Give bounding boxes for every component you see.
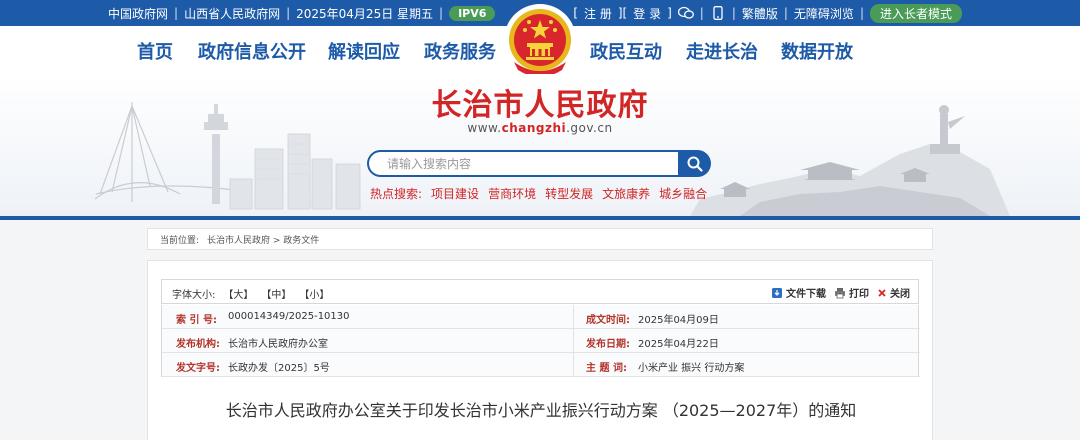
banner-divider: [0, 216, 1080, 220]
login-link[interactable]: 登 录: [633, 5, 661, 22]
font-medium-button[interactable]: 【中】: [261, 286, 291, 301]
publish-date-label: 发布日期:: [586, 339, 630, 350]
download-label: 文件下载: [786, 289, 826, 300]
document-number-label: 发文字号:: [176, 363, 220, 374]
hot-search-item[interactable]: 转型发展: [545, 185, 593, 202]
index-number-value: 000014349/2025-10130: [228, 311, 350, 322]
date-created-value: 2025年04月09日: [638, 315, 719, 326]
hot-search-item[interactable]: 项目建设: [431, 185, 479, 202]
document-title: 长治市人民政府办公室关于印发长治市小米产业振兴行动方案 （2025—2027年）…: [225, 401, 857, 420]
hot-search-item[interactable]: 营商环境: [488, 185, 536, 202]
separator: |: [174, 6, 179, 20]
close-icon: [878, 288, 886, 297]
search-icon: [687, 156, 703, 172]
nav-about-city[interactable]: 走进长治: [686, 38, 758, 64]
hot-search-item[interactable]: 城乡融合: [659, 185, 707, 202]
register-link[interactable]: 注 册: [584, 5, 612, 22]
meta-column-divider: [573, 305, 574, 377]
site-title: 长治市人民政府: [431, 88, 649, 123]
index-number-label: 索 引 号:: [176, 315, 217, 326]
link-shanxi-gov[interactable]: 山西省人民政府网: [184, 5, 280, 22]
breadcrumb: 当前位置: 长治市人民政府 > 政务文件: [147, 228, 933, 250]
font-size-label: 字体大小:: [172, 290, 216, 301]
date-created-label: 成文时间:: [586, 315, 630, 326]
issuer-label: 发布机构:: [176, 339, 220, 350]
meta-row: 索 引 号: 000014349/2025-10130 成文时间: 2025年0…: [162, 305, 920, 329]
close-button[interactable]: 关闭: [877, 285, 910, 300]
site-url: www.changzhi.gov.cn: [0, 121, 1080, 135]
top-bar-right: [ 注 册 ][ 登 录 ] | | 繁體版 | 无障碍浏览 | 进入长者模式: [573, 0, 962, 26]
nav-open-data[interactable]: 数据开放: [781, 38, 853, 64]
search-button[interactable]: [678, 150, 711, 177]
nav-home[interactable]: 首页: [137, 38, 173, 64]
elder-mode-button[interactable]: 进入长者模式: [869, 3, 962, 23]
separator: |: [286, 6, 291, 20]
top-bar-left: 中国政府网 | 山西省人民政府网 | 2025年04月25日 星期五 | IPV…: [108, 0, 496, 26]
bracket: ][: [617, 6, 628, 20]
url-prefix: www.: [467, 121, 502, 135]
link-central-gov[interactable]: 中国政府网: [108, 5, 168, 22]
breadcrumb-path[interactable]: 长治市人民政府 > 政务文件: [207, 233, 319, 246]
hot-search: 热点搜索: 项目建设 营商环境 转型发展 文旅康养 城乡融合: [370, 185, 707, 202]
print-label: 打印: [849, 289, 869, 300]
nav-interaction[interactable]: 政民互动: [590, 38, 662, 64]
separator: |: [731, 6, 736, 20]
print-button[interactable]: 打印: [834, 285, 869, 300]
document-number-value: 长政办发〔2025〕5号: [228, 363, 330, 374]
wechat-icon[interactable]: [677, 6, 694, 20]
url-domain: changzhi: [501, 121, 567, 135]
url-suffix: .gov.cn: [566, 121, 613, 135]
ipv6-badge: IPV6: [449, 5, 496, 21]
hot-search-label: 热点搜索:: [370, 187, 423, 201]
national-emblem-icon: [504, 4, 576, 77]
breadcrumb-label: 当前位置:: [160, 235, 200, 246]
header-banner: 长治市人民政府 www.changzhi.gov.cn 请输入搜索内容 热点搜索…: [0, 74, 1080, 216]
search-input[interactable]: 请输入搜索内容: [367, 150, 679, 177]
current-date: 2025年04月25日 星期五: [296, 6, 434, 21]
mobile-icon[interactable]: [710, 6, 726, 20]
font-small-button[interactable]: 【小】: [299, 286, 329, 301]
download-icon: [772, 287, 782, 298]
subject-words-label: 主 题 词:: [586, 363, 627, 374]
hot-search-item[interactable]: 文旅康养: [602, 185, 650, 202]
content-panel: 字体大小: 【大】 【中】 【小】 文件下载 打印 关闭 索 引 号: 0000…: [147, 260, 933, 440]
document-metadata: 索 引 号: 000014349/2025-10130 成文时间: 2025年0…: [161, 305, 920, 377]
article-toolbar: 字体大小: 【大】 【中】 【小】 文件下载 打印 关闭: [161, 279, 919, 304]
subject-words-value: 小米产业 振兴 行动方案: [638, 363, 745, 374]
separator: |: [783, 6, 788, 20]
separator: |: [859, 6, 864, 20]
traditional-chinese-link[interactable]: 繁體版: [742, 5, 778, 22]
nav-interpretation[interactable]: 解读回应: [328, 38, 400, 64]
meta-row: 发布机构: 长治市人民政府办公室 发布日期: 2025年04月22日: [162, 329, 920, 353]
accessible-browse-link[interactable]: 无障碍浏览: [794, 5, 854, 22]
nav-gov-service[interactable]: 政务服务: [424, 38, 496, 64]
article-tools: 文件下载 打印 关闭: [771, 285, 910, 300]
meta-row: 发文字号: 长政办发〔2025〕5号 主 题 词: 小米产业 振兴 行动方案: [162, 353, 920, 377]
close-label: 关闭: [890, 289, 910, 300]
font-large-button[interactable]: 【大】: [223, 286, 253, 301]
separator: |: [439, 6, 444, 20]
separator: |: [699, 6, 704, 20]
print-icon: [835, 287, 845, 298]
bracket: ]: [667, 6, 672, 20]
issuer-value: 长治市人民政府办公室: [228, 339, 328, 350]
font-size-selector: 字体大小: 【大】 【中】 【小】: [172, 286, 329, 301]
nav-gov-info[interactable]: 政府信息公开: [198, 38, 306, 64]
publish-date-value: 2025年04月22日: [638, 339, 719, 350]
download-button[interactable]: 文件下载: [771, 285, 826, 300]
